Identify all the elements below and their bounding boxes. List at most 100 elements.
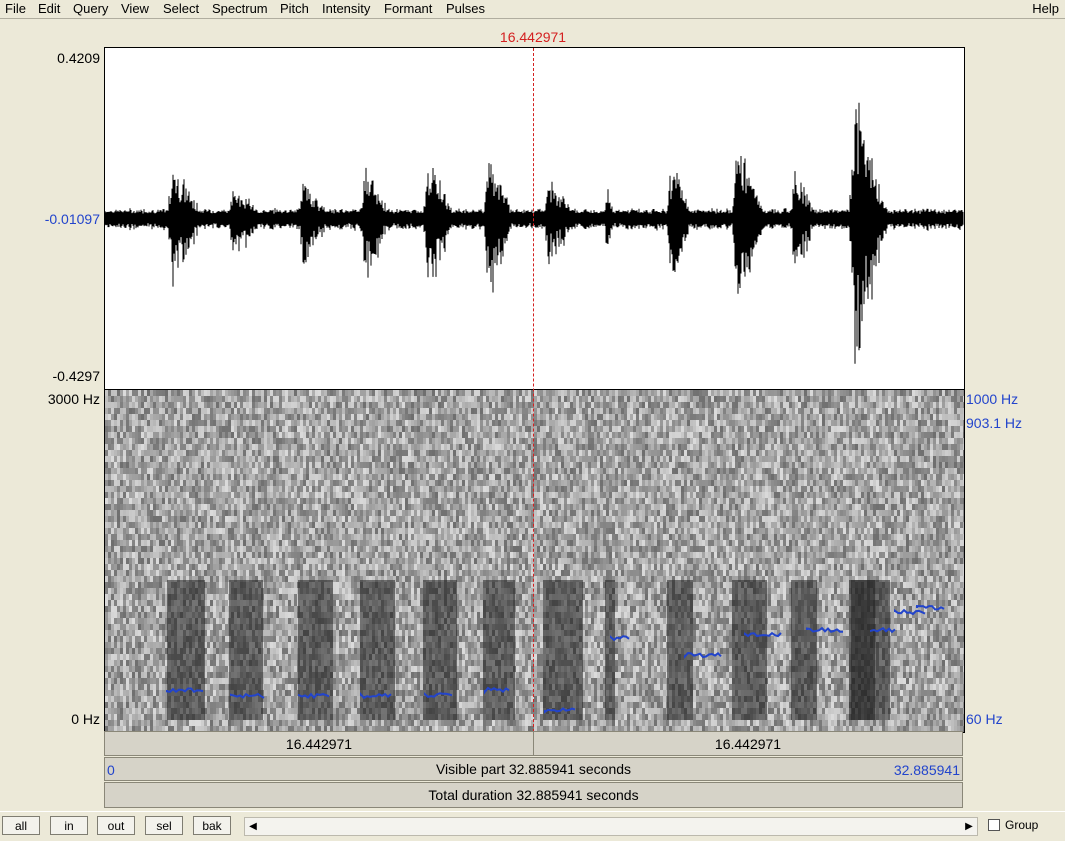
spectrogram-cell: [126, 564, 129, 570]
spectrogram-cell: [291, 498, 294, 504]
menu-select[interactable]: Select: [163, 1, 199, 16]
spectrogram-cell: [222, 588, 225, 594]
spectrogram-cell: [342, 522, 345, 528]
spectrogram-cell: [108, 696, 111, 702]
spectrogram-cell: [303, 528, 306, 534]
spectrogram-cell: [276, 438, 279, 444]
spectrogram-cell: [345, 558, 348, 564]
spectrogram-cell: [111, 444, 114, 450]
spectrogram-cell: [225, 558, 228, 564]
sound-editor-panel[interactable]: [104, 47, 965, 733]
spectrogram-cell: [219, 702, 222, 708]
spectrogram-cell: [138, 606, 141, 612]
spectrogram-cell: [276, 534, 279, 540]
spectrogram-cell: [183, 396, 186, 402]
spectrogram-cell: [132, 654, 135, 660]
spectrogram-cell: [324, 510, 327, 516]
spectrogram-cell: [141, 588, 144, 594]
menu-edit[interactable]: Edit: [38, 1, 60, 16]
spectrogram-cell: [348, 486, 351, 492]
spectrogram-cell: [288, 402, 291, 408]
waveform-view[interactable]: [105, 48, 964, 389]
spectrogram-cell: [354, 480, 357, 486]
spectrogram-cell: [339, 516, 342, 522]
spectrogram-cell: [336, 432, 339, 438]
spectrogram-cell: [108, 480, 111, 486]
spectrogram-cell: [147, 474, 150, 480]
spectrogram-cell: [261, 426, 264, 432]
spectrogram-cell: [198, 510, 201, 516]
spectrogram-cell: [276, 474, 279, 480]
menu-formant[interactable]: Formant: [384, 1, 432, 16]
spectrogram-cell: [249, 438, 252, 444]
spectrogram-cell: [132, 702, 135, 708]
spectrogram-cell: [150, 708, 153, 714]
spectrogram-cell: [144, 588, 147, 594]
spectrogram-cell: [291, 492, 294, 498]
spectrogram-cell: [207, 450, 210, 456]
spectrogram-cell: [273, 558, 276, 564]
spectrogram-cell: [351, 522, 354, 528]
spectrogram-cell: [276, 426, 279, 432]
spectrogram-cell: [327, 480, 330, 486]
spectrogram-cell: [135, 696, 138, 702]
spectrogram-cell: [291, 648, 294, 654]
spectrogram-cell: [276, 594, 279, 600]
spectrogram-cell: [120, 414, 123, 420]
spectrogram-cell: [237, 480, 240, 486]
spectrogram-cell: [321, 450, 324, 456]
spectrogram-cell: [312, 480, 315, 486]
spectrogram-cell: [282, 444, 285, 450]
spectrogram-cell: [153, 714, 156, 720]
spectrogram-cell: [318, 408, 321, 414]
menu-spectrum[interactable]: Spectrum: [212, 1, 268, 16]
spectrogram-cell: [219, 456, 222, 462]
spectrogram-cell: [333, 516, 336, 522]
spectrogram-cell: [279, 414, 282, 420]
spectrogram-cell: [105, 468, 108, 474]
spectrogram-cell: [153, 702, 156, 708]
spectrogram-cell: [159, 408, 162, 414]
spectrogram-cell: [129, 468, 132, 474]
spectrogram-cell: [114, 558, 117, 564]
menu-pitch[interactable]: Pitch: [280, 1, 309, 16]
spectrogram-cell: [183, 486, 186, 492]
spectrogram-cell: [225, 390, 228, 396]
menu-view[interactable]: View: [121, 1, 149, 16]
menu-intensity[interactable]: Intensity: [322, 1, 370, 16]
spectrogram-cell: [264, 510, 267, 516]
spectrogram-cell: [360, 450, 363, 456]
spectrogram-cell: [312, 468, 315, 474]
spectrogram-cell: [114, 456, 117, 462]
spectrogram-cell: [225, 522, 228, 528]
spectrogram-cell: [108, 516, 111, 522]
spectrogram-cell: [186, 426, 189, 432]
spectrogram-cell: [189, 438, 192, 444]
spectrogram-cell: [153, 468, 156, 474]
menu-help[interactable]: Help: [1032, 1, 1059, 16]
spectrogram-cell: [363, 528, 366, 534]
spectrogram-cell: [189, 402, 192, 408]
spectrogram-view[interactable]: [105, 390, 964, 732]
menu-file[interactable]: File: [5, 1, 26, 16]
spectrogram-cell: [285, 690, 288, 696]
spectrogram-cell: [324, 504, 327, 510]
spectrogram-cell: [225, 438, 228, 444]
spectrogram-cell: [147, 576, 150, 582]
spectrogram-cell: [273, 564, 276, 570]
spectrogram-cell: [363, 540, 366, 546]
menu-pulses[interactable]: Pulses: [446, 1, 485, 16]
spectrogram-cell: [165, 534, 168, 540]
spectrogram-cell: [129, 708, 132, 714]
menu-query[interactable]: Query: [73, 1, 108, 16]
spectrogram-cell: [126, 552, 129, 558]
spectrogram-cell: [294, 486, 297, 492]
spectrogram-cell: [357, 540, 360, 546]
spectrogram-cell: [252, 570, 255, 576]
spectrogram-cell: [288, 546, 291, 552]
spectrogram-cell: [177, 480, 180, 486]
spectrogram-cell: [120, 594, 123, 600]
spectrogram-cell: [195, 438, 198, 444]
spectrogram-cell: [123, 510, 126, 516]
spectrogram-cell: [282, 474, 285, 480]
